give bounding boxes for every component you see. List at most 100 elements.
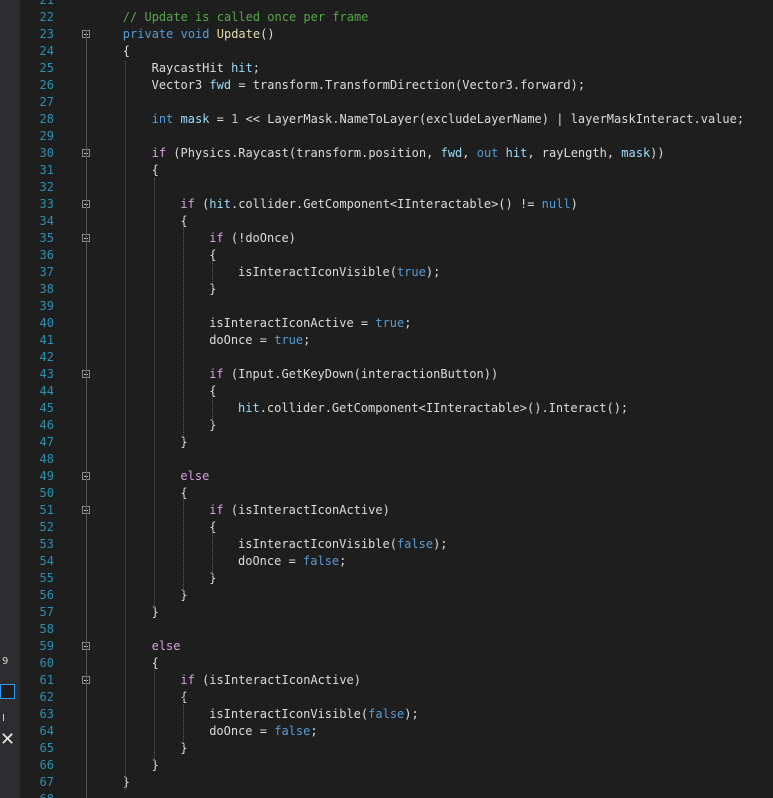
code-text: doOnce = true; xyxy=(209,332,310,349)
code-token: // Update is called once per frame xyxy=(122,10,369,24)
code-token: if xyxy=(180,673,195,687)
code-token: mask xyxy=(180,112,210,126)
code-line[interactable]: 45 hit.collider.GetComponent<IInteractabl… xyxy=(0,400,773,417)
code-line[interactable]: 50 { xyxy=(0,485,773,502)
code-line[interactable]: 62 { xyxy=(0,689,773,706)
code-line[interactable]: 30 if (Physics.Raycast(transform.position… xyxy=(0,145,773,162)
code-line[interactable]: 32 xyxy=(0,179,773,196)
code-token: } xyxy=(151,605,159,619)
code-token: int xyxy=(151,112,174,126)
code-line[interactable]: 46} xyxy=(0,417,773,434)
code-line[interactable]: 56} xyxy=(0,587,773,604)
line-number: 66 xyxy=(39,758,54,772)
line-number: 61 xyxy=(39,673,54,687)
code-line[interactable]: 28 int mask = 1 << LayerMask.NameToLayer(… xyxy=(0,111,773,128)
code-editor[interactable]: 9 I ✕ 21 22// Update is called once per f… xyxy=(0,0,773,798)
code-line[interactable]: 66} xyxy=(0,757,773,774)
code-line[interactable]: 47} xyxy=(0,434,773,451)
code-line[interactable]: 29 xyxy=(0,128,773,145)
code-line[interactable]: 59 else xyxy=(0,638,773,655)
code-text: if (Input.GetKeyDown(interactionButton)) xyxy=(209,366,498,383)
code-line[interactable]: 48 xyxy=(0,451,773,468)
code-token: hit xyxy=(238,401,260,415)
code-line[interactable]: 37 isInteractIconVisible(true); xyxy=(0,264,773,281)
code-text: if (hit.collider.GetComponent<IInteracta… xyxy=(180,196,577,213)
code-line[interactable]: 65} xyxy=(0,740,773,757)
code-token: , xyxy=(462,146,477,160)
code-line[interactable]: 63 isInteractIconVisible(false); xyxy=(0,706,773,723)
code-line[interactable]: 40 isInteractIconActive = true; xyxy=(0,315,773,332)
code-token: doOnce = xyxy=(209,724,275,738)
code-line[interactable]: 67} xyxy=(0,774,773,791)
code-line[interactable]: 23 private void Update() xyxy=(0,26,773,43)
code-line[interactable]: 61 if (isInteractIconActive) xyxy=(0,672,773,689)
code-line[interactable]: 31 { xyxy=(0,162,773,179)
code-text: if (!doOnce) xyxy=(209,230,296,247)
line-number: 32 xyxy=(39,180,54,194)
code-line[interactable]: 25 RaycastHit hit; xyxy=(0,60,773,77)
code-line[interactable]: 60 { xyxy=(0,655,773,672)
code-text: if (isInteractIconActive) xyxy=(209,502,390,519)
code-line[interactable]: 57} xyxy=(0,604,773,621)
code-line[interactable]: 52{ xyxy=(0,519,773,536)
code-token: } xyxy=(180,588,188,602)
code-line[interactable]: 53 isInteractIconVisible(false); xyxy=(0,536,773,553)
code-line[interactable]: 21 xyxy=(0,0,773,9)
code-line[interactable]: 41 doOnce = true; xyxy=(0,332,773,349)
line-number: 48 xyxy=(39,452,54,466)
code-line[interactable]: 27 xyxy=(0,94,773,111)
code-line[interactable]: 36{ xyxy=(0,247,773,264)
code-text: } xyxy=(123,774,130,791)
code-token: (Physics.Raycast(transform.position, xyxy=(166,146,441,160)
code-line[interactable]: 43 if (Input.GetKeyDown(interactionButton… xyxy=(0,366,773,383)
code-token: isInteractIconVisible xyxy=(209,707,361,721)
code-line[interactable]: 51 if (isInteractIconActive) xyxy=(0,502,773,519)
line-number: 30 xyxy=(39,146,54,160)
code-line[interactable]: 24 { xyxy=(0,43,773,60)
code-line[interactable]: 64 doOnce = false; xyxy=(0,723,773,740)
code-token: { xyxy=(180,690,188,704)
code-token: } xyxy=(151,758,159,772)
code-line[interactable]: 33 if (hit.collider.GetComponent<IInterac… xyxy=(0,196,773,213)
code-line[interactable]: 38} xyxy=(0,281,773,298)
code-token: true xyxy=(274,333,304,347)
code-line[interactable]: 58 xyxy=(0,621,773,638)
code-token: << LayerMask.NameToLayer(excludeLayerNam… xyxy=(238,112,745,126)
line-number: 68 xyxy=(24,791,54,798)
code-line[interactable]: 54 doOnce = false; xyxy=(0,553,773,570)
code-line[interactable]: 35 if (!doOnce) xyxy=(0,230,773,247)
code-token: fwd xyxy=(209,78,232,92)
code-token: { xyxy=(180,486,188,500)
code-token: () xyxy=(260,27,275,41)
line-number: 38 xyxy=(39,282,54,296)
code-line[interactable]: 39 xyxy=(0,298,773,315)
code-line[interactable]: 49 else xyxy=(0,468,773,485)
code-text: } xyxy=(152,604,159,621)
line-number: 27 xyxy=(39,95,54,109)
code-token: isInteractIconActive = xyxy=(209,316,376,330)
code-text: { xyxy=(180,485,187,502)
code-text: isInteractIconVisible(true); xyxy=(238,264,440,281)
code-token: false xyxy=(368,707,405,721)
code-line[interactable]: 34 { xyxy=(0,213,773,230)
line-number: 29 xyxy=(39,129,54,143)
code-line[interactable]: 22 // Update is called once per frame xyxy=(0,9,773,26)
code-line[interactable]: 26 Vector3 fwd = transform.TransformDirec… xyxy=(0,77,773,94)
code-line[interactable]: 68 xyxy=(0,791,773,798)
code-text: { xyxy=(152,655,159,672)
line-number: 59 xyxy=(39,639,54,653)
code-line[interactable]: 44{ xyxy=(0,383,773,400)
code-text: else xyxy=(180,468,209,485)
code-token: { xyxy=(151,656,159,670)
code-line[interactable]: 55} xyxy=(0,570,773,587)
code-token: { xyxy=(122,44,131,58)
line-number: 22 xyxy=(39,10,54,24)
code-text: Vector3 fwd = transform.TransformDirecti… xyxy=(152,77,586,94)
code-text: } xyxy=(152,757,159,774)
code-line[interactable]: 42 xyxy=(0,349,773,366)
line-number: 65 xyxy=(39,741,54,755)
